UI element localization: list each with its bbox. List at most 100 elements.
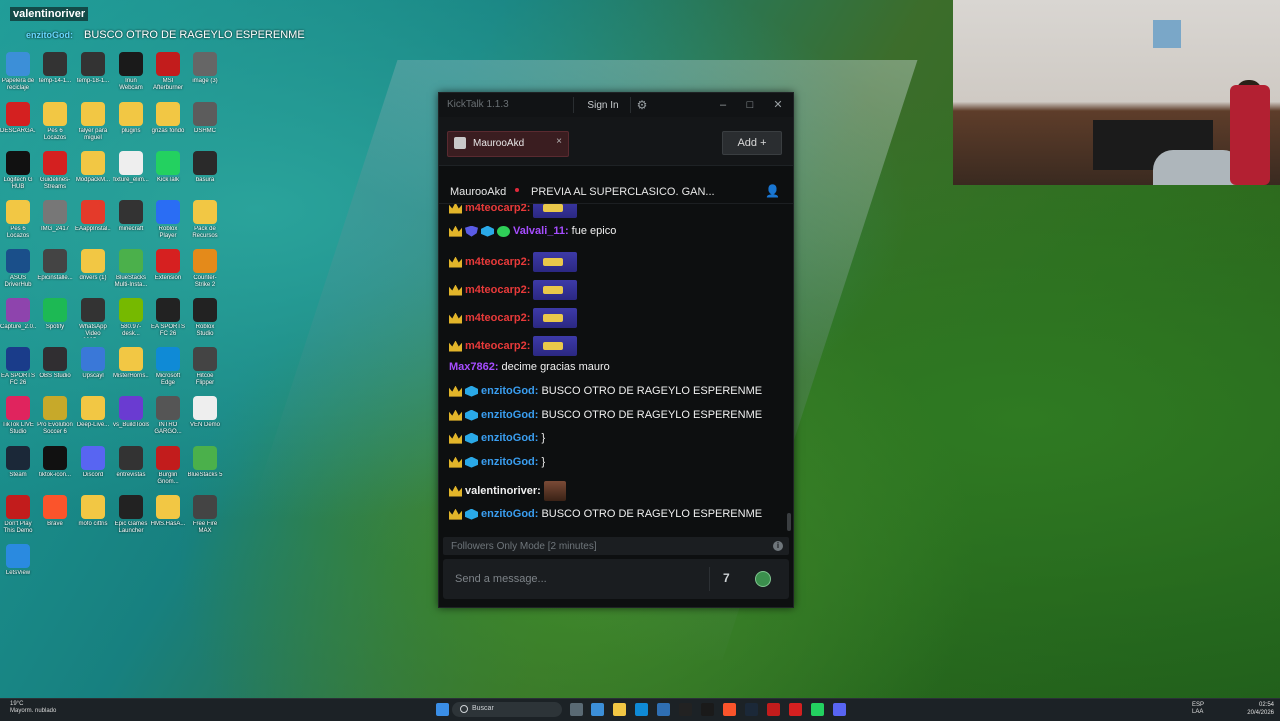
chat-emote[interactable] [533,280,578,300]
chat-emote[interactable] [543,481,566,501]
chat-username[interactable]: m4teocarp2: [465,284,530,296]
chat-emote[interactable] [533,252,578,272]
store-icon[interactable] [657,703,670,716]
chat-username[interactable]: m4teocarp2: [465,204,530,214]
desktop-icon[interactable]: VEN Demo [187,396,223,436]
chat-username[interactable]: enzitoGod: [481,409,538,421]
desktop-icon[interactable]: MSI Afterburner [150,52,186,92]
desktop-icon[interactable]: 580.97-desk... [113,298,149,338]
emote-picker-icon[interactable]: 7 [723,571,741,587]
close-icon[interactable]: ✕ [770,97,786,113]
maximize-icon[interactable]: □ [742,97,758,113]
edge-icon[interactable] [635,703,648,716]
weather-widget[interactable]: 19°C Mayorm. nublado [10,701,56,715]
chat-username[interactable]: m4teocarp2: [465,256,530,268]
desktop-icon[interactable]: fixture_elim... [113,151,149,191]
gear-icon[interactable]: ⚙ [635,98,649,112]
desktop-icon[interactable]: DSHMC [187,102,223,142]
desktop-icon[interactable]: BlueStacks Multi-Insta... [113,249,149,289]
desktop-icon[interactable]: MisterHorns... [113,347,149,387]
desktop-icon[interactable]: Roblox Studio [187,298,223,338]
chat-message[interactable]: enzitoGod: BUSCO OTRO DE RAGEYLO ESPERENM… [449,409,762,431]
chat-username[interactable]: m4teocarp2: [465,340,530,352]
steam-icon[interactable] [745,703,758,716]
chat-message[interactable]: enzitoGod: BUSCO OTRO DE RAGEYLO ESPERENM… [449,508,762,530]
desktop-icon[interactable]: Discord [75,446,111,486]
chat-message[interactable]: valentinoriver: [449,481,566,503]
chat-message[interactable]: Max7862: decime gracias mauro [449,361,610,383]
widgets-icon[interactable] [591,703,604,716]
desktop-icon[interactable]: Upscayl [75,347,111,387]
desktop-icon[interactable]: Pack de Recursos [187,200,223,240]
chat-message[interactable]: enzitoGod:} [449,456,545,478]
chat-message[interactable]: Valvali_11: fue epico [449,225,616,247]
desktop-icon[interactable]: DESCARGA... [0,102,36,142]
sign-in-button[interactable]: Sign In [578,95,628,115]
desktop-icon[interactable]: OBS Studio [37,347,73,387]
desktop-icon[interactable]: ASUS DriverHub [0,249,36,289]
desktop-icon[interactable]: entrevistas [113,446,149,486]
desktop-icon[interactable]: EAappInstal... [75,200,111,240]
chat-username[interactable]: valentinoriver: [465,485,541,497]
brave-icon[interactable] [723,703,736,716]
desktop-icon[interactable]: Roblox Player [150,200,186,240]
desktop-icon[interactable]: ModpackM... [75,151,111,191]
desktop-icon[interactable]: temp-18-1... [75,52,111,92]
desktop-icon[interactable]: plugins [113,102,149,142]
desktop-icon[interactable]: EA SPORTS FC 26 [150,298,186,338]
chat-message[interactable]: enzitoGod:} [449,432,545,454]
desktop-icon[interactable]: Hitcoe Flipper [187,347,223,387]
chat-message[interactable]: m4teocarp2: [449,280,578,302]
desktop-icon[interactable]: basura [187,151,223,191]
desktop-icon[interactable]: Papelera de reciclaje [0,52,36,92]
desktop-icon[interactable]: Pes 6 Locazos [37,102,73,142]
globe-emote-icon[interactable] [755,571,771,587]
chat-message[interactable]: m4teocarp2: [449,252,578,274]
desktop-icon[interactable]: image (3) [187,52,223,92]
desktop-icon[interactable]: Burglin Gnom... [150,446,186,486]
desktop-icon[interactable]: Free Fire MAX [187,495,223,535]
desktop-icon[interactable]: Pro Evolution Soccer 6 [37,396,73,436]
chat-message[interactable]: m4teocarp2: [449,336,578,358]
desktop-icon[interactable]: drivers (1) [75,249,111,289]
taskbar-search[interactable]: Buscar [452,702,562,717]
desktop-icon[interactable]: Epic Games Launcher [113,495,149,535]
chat-username[interactable]: enzitoGod: [481,432,538,444]
desktop-icon[interactable]: falyer para miguel [75,102,111,142]
desktop-icon[interactable]: WhatsApp Video 2025-... [75,298,111,338]
start-icon[interactable] [436,703,449,716]
add-channel-button[interactable]: Add + [722,131,782,155]
ea-fc-icon[interactable] [679,703,692,716]
desktop-icon[interactable]: TikTok LIVE Studio [0,396,36,436]
desktop-icon[interactable]: Brave [37,495,73,535]
chat-username[interactable]: Valvali_11: [513,225,569,237]
desktop-icon[interactable]: Pes 6 Locazos [0,200,36,240]
chat-username[interactable]: m4teocarp2: [465,312,530,324]
kicktalk-icon[interactable] [811,703,824,716]
desktop-icon[interactable]: LetsView [0,544,36,584]
chat-message-input[interactable] [443,559,703,599]
chat-emote[interactable] [533,336,578,356]
chat-username[interactable]: enzitoGod: [481,385,538,397]
task-view-icon[interactable] [570,703,583,716]
chat-emote[interactable] [533,204,578,218]
desktop-icon[interactable]: Guidelines-Streams [37,151,73,191]
file-explorer-icon[interactable] [613,703,626,716]
app-icon[interactable] [789,703,802,716]
chat-message[interactable]: enzitoGod: BUSCO OTRO DE RAGEYLO ESPERENM… [449,385,762,407]
desktop-icon[interactable]: Counter-Strike 2 [187,249,223,289]
desktop-icon[interactable]: Extension [150,249,186,289]
info-icon[interactable]: i [773,541,783,551]
chat-username[interactable]: enzitoGod: [481,508,538,520]
desktop-icon[interactable]: tiktok-icon... [37,446,73,486]
desktop-icon[interactable]: EA SPORTS FC 26 [0,347,36,387]
desktop-icon[interactable]: Capture_2.0... [0,298,36,338]
desktop-icon[interactable]: INTRO GARGO... [150,396,186,436]
desktop-icon[interactable]: Iriun Webcam [113,52,149,92]
desktop-icon[interactable]: Deep-Live... [75,396,111,436]
desktop-icon[interactable]: Microsoft Edge [150,347,186,387]
desktop-icon[interactable]: vs_BuildTools [113,396,149,436]
minimize-icon[interactable]: – [715,97,731,113]
chat-emote[interactable] [533,308,578,328]
clock[interactable]: 02:54 20/4/2026 [1247,701,1274,717]
